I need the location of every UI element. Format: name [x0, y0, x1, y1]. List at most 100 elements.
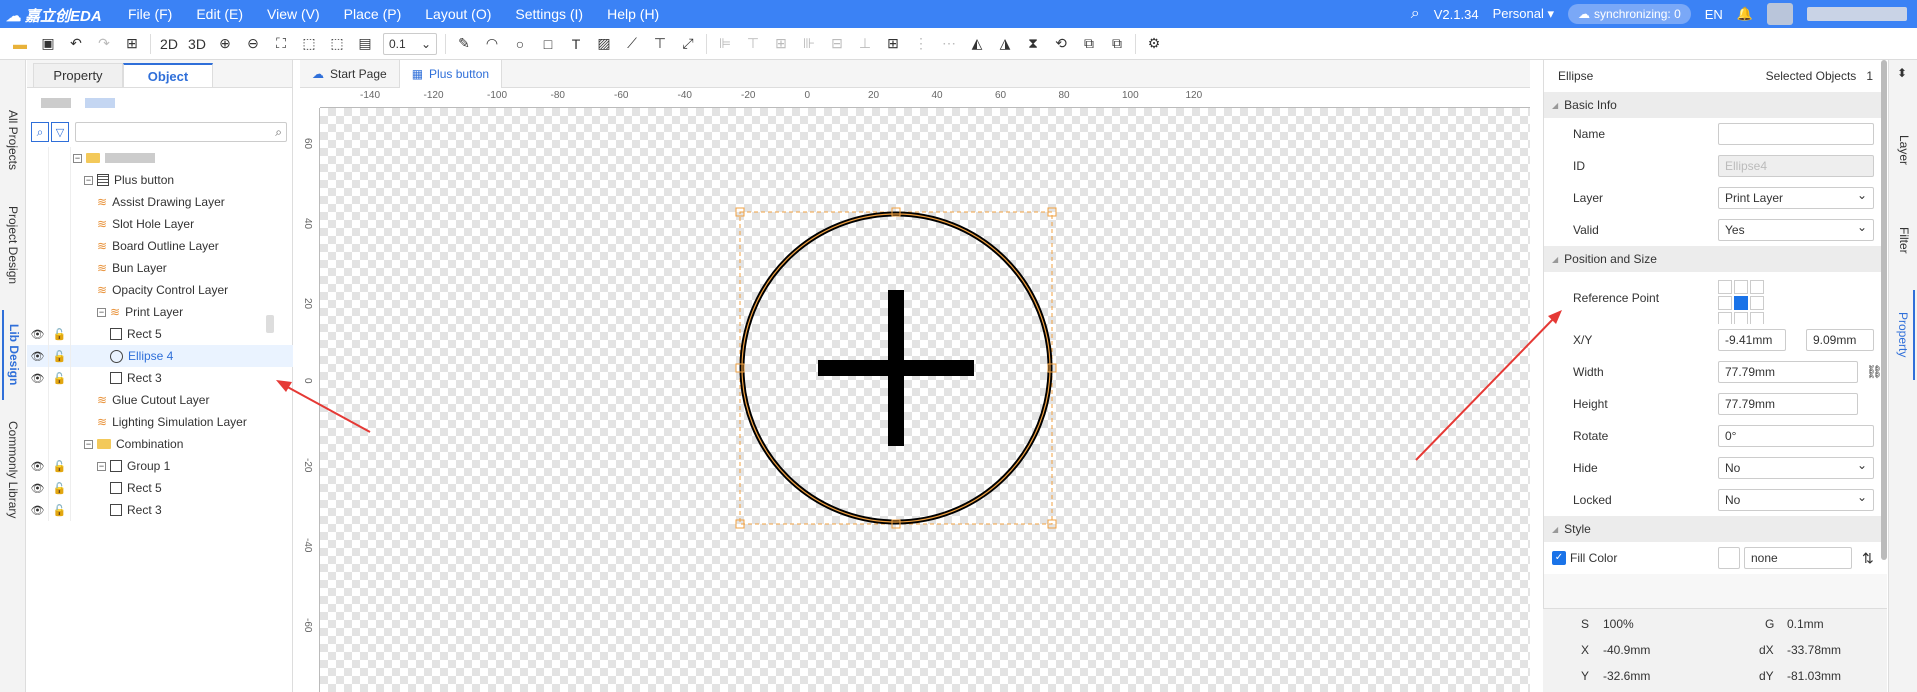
rotate-icon[interactable]: ⟲	[1047, 31, 1075, 57]
edition-dropdown[interactable]: Personal ▾	[1493, 6, 1554, 22]
bring-front-icon[interactable]: ⧉	[1075, 31, 1103, 57]
tree-row[interactable]: − Plus button	[27, 169, 293, 191]
tree-row[interactable]: 👁 🔓 − Group 1	[27, 455, 293, 477]
name-input[interactable]	[1718, 123, 1874, 145]
eye-icon[interactable]: 👁	[27, 367, 49, 389]
search-icon[interactable]: ⌕	[31, 122, 49, 142]
zoom-selection-icon[interactable]: ⬚	[323, 31, 351, 57]
eye-icon[interactable]: 👁	[27, 477, 49, 499]
measure-icon[interactable]: ⤢	[674, 31, 702, 57]
grid-view-icon[interactable]: ⊞	[118, 31, 146, 57]
avatar[interactable]	[1767, 3, 1793, 25]
tree-row[interactable]: ≋ Glue Cutout Layer	[27, 389, 293, 411]
open-folder-icon[interactable]: ▬	[6, 31, 34, 57]
tree-row[interactable]: ≋ Slot Hole Layer	[27, 213, 293, 235]
tree-row[interactable]: − Combination	[27, 433, 293, 455]
distribute-v-icon[interactable]: ⋯	[935, 31, 963, 57]
filter-icon[interactable]: ▽	[51, 122, 69, 142]
language-toggle[interactable]: EN	[1705, 7, 1723, 22]
send-back-icon[interactable]: ⧉	[1103, 31, 1131, 57]
vtab-project-design[interactable]: Project Design	[2, 190, 24, 300]
flip-vertical-icon[interactable]: ◮	[991, 31, 1019, 57]
fill-color-input[interactable]: none	[1744, 547, 1852, 569]
unlock-icon[interactable]: 🔓	[49, 455, 71, 477]
rect-vertical[interactable]	[888, 290, 904, 446]
collapse-icon[interactable]: −	[73, 153, 82, 163]
tree-row[interactable]: ≋ Bun Layer	[27, 257, 293, 279]
collapse-icon[interactable]: −	[84, 439, 93, 449]
zoom-in-icon[interactable]: ⊕	[211, 31, 239, 57]
tree-row[interactable]: 👁 🔓 Rect 5	[27, 477, 293, 499]
flip-horizontal-icon[interactable]: ◭	[963, 31, 991, 57]
tree-row[interactable]: ≋ Lighting Simulation Layer	[27, 411, 293, 433]
bell-icon[interactable]: 🔔	[1737, 6, 1753, 22]
menu-layout[interactable]: Layout (O)	[425, 6, 491, 22]
unlock-icon[interactable]: 🔓	[49, 477, 71, 499]
tree-row[interactable]: ≋ Opacity Control Layer	[27, 279, 293, 301]
width-input[interactable]: 77.79mm	[1718, 361, 1858, 383]
align-right-icon[interactable]: ⊪	[795, 31, 823, 57]
tab-plus-button[interactable]: ▦ Plus button	[399, 60, 503, 88]
menu-place[interactable]: Place (P)	[344, 6, 402, 22]
rectangle-icon[interactable]: □	[534, 31, 562, 57]
panel-collapse-handle[interactable]	[266, 315, 274, 333]
fill-checkbox[interactable]: ✓	[1552, 551, 1566, 565]
menu-view[interactable]: View (V)	[267, 6, 320, 22]
vtab-commonly-library[interactable]: Commonly Library	[2, 410, 24, 530]
collapse-icon[interactable]: −	[84, 175, 93, 185]
vtab-property[interactable]: Property	[1893, 290, 1915, 380]
view-3d-button[interactable]: 3D	[183, 31, 211, 57]
search-icon[interactable]: ⌕	[1411, 5, 1420, 23]
swap-icon[interactable]: ⇅	[1862, 550, 1874, 567]
zoom-area-icon[interactable]: ⬚	[295, 31, 323, 57]
save-icon[interactable]: ▣	[34, 31, 62, 57]
distribute-icon[interactable]: ⊞	[879, 31, 907, 57]
ref-cell[interactable]	[1734, 280, 1748, 294]
align-middle-icon[interactable]: ⊟	[823, 31, 851, 57]
eye-icon[interactable]: 👁	[27, 345, 49, 367]
valid-select[interactable]: Yes	[1718, 219, 1874, 241]
section-basic-info[interactable]: ◢ Basic Info	[1544, 92, 1887, 118]
vtab-filter[interactable]: Filter	[1893, 200, 1915, 280]
menu-settings[interactable]: Settings (I)	[515, 6, 583, 22]
distribute-h-icon[interactable]: ⋮	[907, 31, 935, 57]
tree-row[interactable]: 👁 🔓 Rect 3	[27, 367, 293, 389]
ref-cell[interactable]	[1718, 280, 1732, 294]
tab-object[interactable]: Object	[123, 63, 213, 87]
mirror-icon[interactable]: ⧗	[1019, 31, 1047, 57]
eye-icon[interactable]: 👁	[27, 323, 49, 345]
align-bottom-icon[interactable]: ⊥	[851, 31, 879, 57]
tab-start-page[interactable]: ☁ Start Page	[300, 60, 400, 88]
collapse-icon[interactable]: −	[97, 307, 106, 317]
app-logo[interactable]: ☁ 嘉立创EDA	[6, 5, 102, 26]
x-input[interactable]: -9.41mm	[1718, 329, 1786, 351]
tree-row[interactable]: ≋ Board Outline Layer	[27, 235, 293, 257]
reference-point-grid[interactable]	[1718, 280, 1764, 326]
unlock-icon[interactable]: 🔓	[49, 499, 71, 521]
section-style[interactable]: ◢ Style	[1544, 516, 1887, 542]
gear-icon[interactable]: ⚙	[1140, 31, 1168, 57]
object-search-input[interactable]: ⌕	[75, 122, 287, 142]
hide-select[interactable]: No	[1718, 457, 1874, 479]
line-icon[interactable]: ⟋	[618, 31, 646, 57]
circle-icon[interactable]: ○	[506, 31, 534, 57]
arc-icon[interactable]: ◠	[478, 31, 506, 57]
unlock-icon[interactable]: 🔓	[49, 345, 71, 367]
grid-size-select[interactable]: 0.1 ⌄	[383, 32, 437, 55]
unlock-icon[interactable]: 🔓	[49, 323, 71, 345]
menu-help[interactable]: Help (H)	[607, 6, 659, 22]
view-2d-button[interactable]: 2D	[155, 31, 183, 57]
layer-select[interactable]: Print Layer	[1718, 187, 1874, 209]
zoom-out-icon[interactable]: ⊖	[239, 31, 267, 57]
pin-icon[interactable]: ⬍	[1897, 66, 1907, 80]
fit-view-icon[interactable]: ⛶	[267, 31, 295, 57]
redo-icon[interactable]: ↷	[90, 31, 118, 57]
menu-file[interactable]: File (F)	[128, 6, 172, 22]
align-center-icon[interactable]: ⊞	[767, 31, 795, 57]
ref-cell[interactable]	[1750, 280, 1764, 294]
collapse-icon[interactable]: −	[97, 461, 106, 471]
image-icon[interactable]: ▨	[590, 31, 618, 57]
height-input[interactable]: 77.79mm	[1718, 393, 1858, 415]
sync-badge[interactable]: ☁ synchronizing: 0	[1568, 4, 1691, 24]
undo-icon[interactable]: ↶	[62, 31, 90, 57]
